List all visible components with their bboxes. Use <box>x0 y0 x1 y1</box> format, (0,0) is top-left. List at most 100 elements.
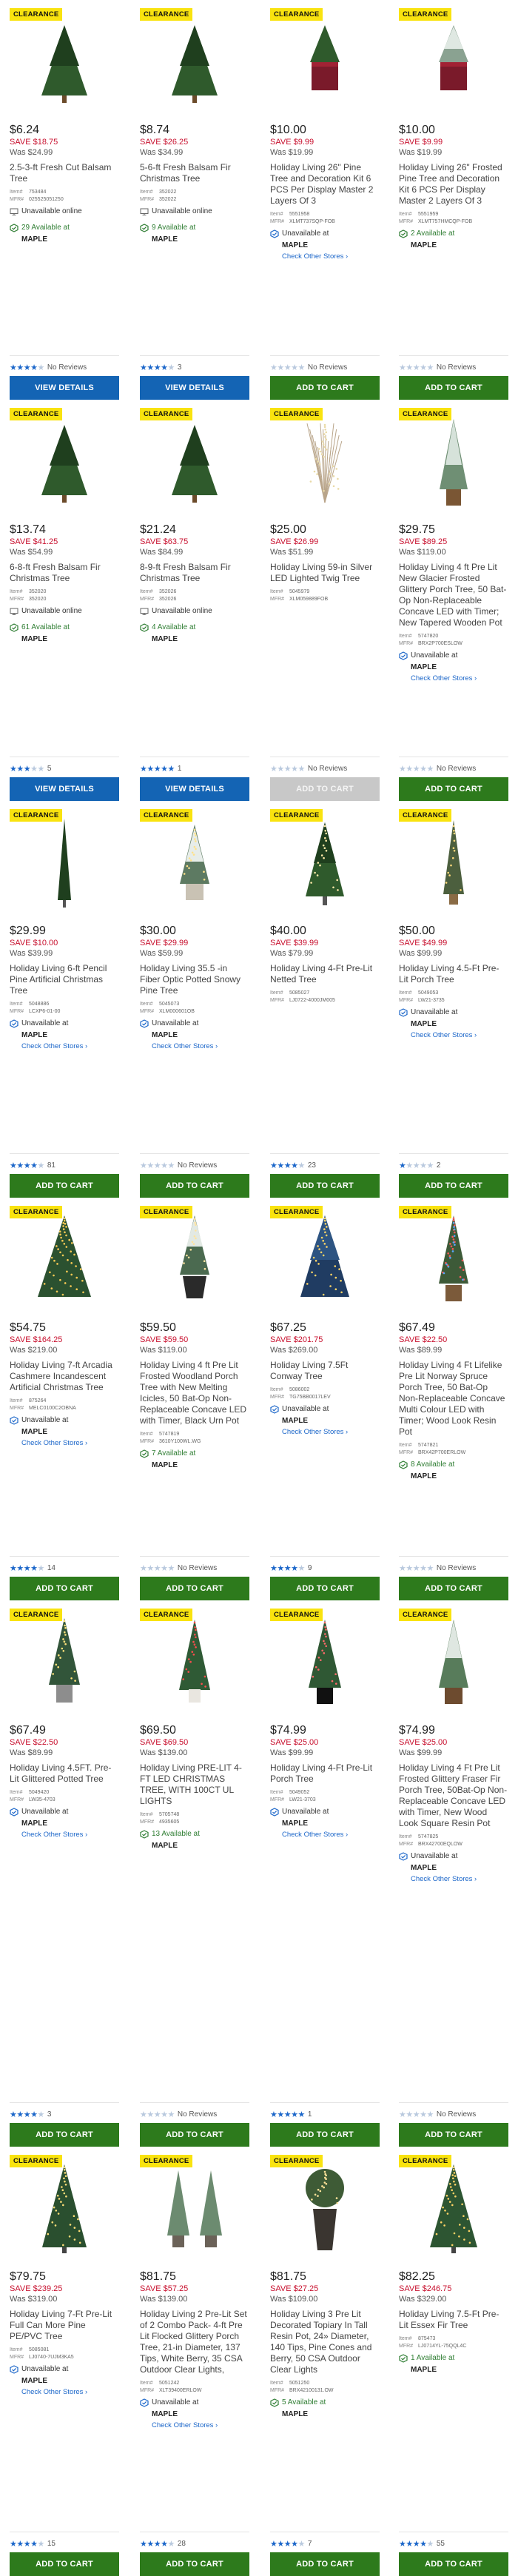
product-title[interactable]: 8-9-ft Fresh Balsam Fir Christmas Tree <box>140 562 249 584</box>
product-title[interactable]: 5-6-ft Fresh Balsam Fir Christmas Tree <box>140 162 249 184</box>
product-image[interactable] <box>399 809 508 916</box>
product-title[interactable]: Holiday Living 6-ft Pencil Pine Artifici… <box>10 963 119 996</box>
product-title[interactable]: Holiday Living 4.5-Ft Pre-Lit Porch Tree <box>399 963 508 985</box>
rating[interactable]: ★★★★★ No Reviews <box>140 2102 249 2120</box>
product-title[interactable]: Holiday Living 3 Pre Lit Decorated Topia… <box>270 2309 380 2375</box>
check-other-stores-link[interactable]: Check Other Stores › <box>411 1874 508 1885</box>
add-to-cart-button[interactable]: ADD TO CART <box>270 2123 380 2147</box>
product-image[interactable] <box>270 809 380 916</box>
rating[interactable]: ★★★★★ No Reviews <box>399 2102 508 2120</box>
check-other-stores-link[interactable]: Check Other Stores › <box>21 1438 119 1449</box>
store-name[interactable]: MAPLE <box>21 1031 119 1040</box>
product-card[interactable]: CLEARANCE $82.25 SAVE $246.75 Was $329.00 Ho… <box>389 2147 518 2576</box>
add-to-cart-button[interactable]: ADD TO CART <box>140 1577 249 1600</box>
product-image[interactable] <box>270 2155 380 2262</box>
product-title[interactable]: Holiday Living 7-Ft Pre-Lit Full Can Mor… <box>10 2309 119 2342</box>
add-to-cart-button[interactable]: ADD TO CART <box>10 2123 119 2147</box>
product-card[interactable]: CLEARANCE $79.75 SAVE $239.25 Was $319.00 Ho… <box>0 2147 129 2576</box>
rating[interactable]: ★★★★★ No Reviews <box>140 1153 249 1171</box>
product-title[interactable]: Holiday Living 7.5Ft Conway Tree <box>270 1360 380 1382</box>
product-title[interactable]: Holiday Living 4 Ft Lifelike Pre Lit Nor… <box>399 1360 508 1438</box>
rating[interactable]: ★★★★★ 23 <box>270 1153 380 1171</box>
product-title[interactable]: Holiday Living 26" Frosted Pine Tree and… <box>399 162 508 207</box>
product-image[interactable] <box>10 408 119 515</box>
product-image[interactable] <box>10 8 119 115</box>
product-image[interactable] <box>140 8 249 115</box>
product-image[interactable] <box>399 1206 508 1313</box>
product-card[interactable]: CLEARANCE $29.99 SAVE $10.00 Was $39.99 Holi… <box>0 801 129 1198</box>
add-to-cart-button[interactable]: ADD TO CART <box>270 376 380 400</box>
product-card[interactable]: CLEARANCE $54.75 SAVE $164.25 Was $219.00 Ho… <box>0 1198 129 1600</box>
product-card[interactable]: CLEARANCE $67.49 SAVE $22.50 Was $89.99 Holi… <box>389 1198 518 1600</box>
product-image[interactable] <box>270 408 380 515</box>
store-name[interactable]: MAPLE <box>152 2410 249 2419</box>
add-to-cart-button[interactable]: ADD TO CART <box>10 1577 119 1600</box>
rating[interactable]: ★★★★★ 9 <box>270 1556 380 1574</box>
product-card[interactable]: CLEARANCE $10.00 SAVE $9.99 Was $19.99 Holid… <box>389 0 518 400</box>
product-title[interactable]: Holiday Living 4 Ft Pre Lit Frosted Glit… <box>399 1762 508 1829</box>
store-name[interactable]: MAPLE <box>152 1031 249 1040</box>
store-name[interactable]: MAPLE <box>152 235 249 244</box>
rating[interactable]: ★★★★★ No Reviews <box>270 757 380 774</box>
product-image[interactable] <box>270 1206 380 1313</box>
store-name[interactable]: MAPLE <box>21 1819 119 1828</box>
product-card[interactable]: CLEARANCE $25.00 SAVE $26.99 Was $51.99 Holi… <box>260 400 389 801</box>
product-title[interactable]: 2.5-3-ft Fresh Cut Balsam Tree <box>10 162 119 184</box>
product-title[interactable]: Holiday Living 4 ft Pre Lit New Glacier … <box>399 562 508 628</box>
product-image[interactable] <box>10 2155 119 2262</box>
rating[interactable]: ★★★★★ 7 <box>270 2532 380 2549</box>
add-to-cart-button[interactable]: ADD TO CART <box>270 2552 380 2576</box>
product-card[interactable]: CLEARANCE $6.24 SAVE $18.75 Was $24.99 2.5-3… <box>0 0 129 400</box>
add-to-cart-button[interactable]: ADD TO CART <box>10 2552 119 2576</box>
product-card[interactable]: CLEARANCE $69.50 SAVE $69.50 Was $139.00 Hol… <box>130 1600 259 2147</box>
product-card[interactable]: CLEARANCE $81.75 SAVE $27.25 Was $109.00 Hol… <box>260 2147 389 2576</box>
product-card[interactable]: CLEARANCE $74.99 SAVE $25.00 Was $99.99 Holi… <box>389 1600 518 2147</box>
rating[interactable]: ★★★★★ No Reviews <box>399 1556 508 1574</box>
add-to-cart-button[interactable]: ADD TO CART <box>399 1174 508 1198</box>
add-to-cart-button[interactable]: ADD TO CART <box>270 777 380 801</box>
product-title[interactable]: 6-8-ft Fresh Balsam Fir Christmas Tree <box>10 562 119 584</box>
product-image[interactable] <box>399 8 508 115</box>
product-card[interactable]: CLEARANCE $74.99 SAVE $25.00 Was $99.99 Holi… <box>260 1600 389 2147</box>
product-image[interactable] <box>140 2155 249 2262</box>
store-name[interactable]: MAPLE <box>282 2410 380 2419</box>
rating[interactable]: ★★★★★ No Reviews <box>270 355 380 373</box>
product-image[interactable] <box>140 809 249 916</box>
product-image[interactable] <box>140 408 249 515</box>
product-title[interactable]: Holiday Living 4-Ft Pre-Lit Porch Tree <box>270 1762 380 1785</box>
product-card[interactable]: CLEARANCE $67.25 SAVE $201.75 Was $269.00 Ho… <box>260 1198 389 1600</box>
rating[interactable]: ★★★★★ 3 <box>10 2102 119 2120</box>
add-to-cart-button[interactable]: ADD TO CART <box>399 376 508 400</box>
rating[interactable]: ★★★★★ 15 <box>10 2532 119 2549</box>
product-image[interactable] <box>140 1609 249 1716</box>
product-card[interactable]: CLEARANCE $10.00 SAVE $9.99 Was $19.99 Holid… <box>260 0 389 400</box>
store-name[interactable]: MAPLE <box>21 2377 119 2386</box>
product-card[interactable]: CLEARANCE $59.50 SAVE $59.50 Was $119.00 Hol… <box>130 1198 259 1600</box>
product-image[interactable] <box>10 809 119 916</box>
store-name[interactable]: MAPLE <box>411 2366 508 2375</box>
add-to-cart-button[interactable]: ADD TO CART <box>10 1174 119 1198</box>
rating[interactable]: ★★★★★ 5 <box>10 757 119 774</box>
store-name[interactable]: MAPLE <box>152 635 249 644</box>
store-name[interactable]: MAPLE <box>152 1461 249 1470</box>
add-to-cart-button[interactable]: ADD TO CART <box>399 2123 508 2147</box>
product-title[interactable]: Holiday Living 7.5-Ft Pre-Lit Essex Fir … <box>399 2309 508 2331</box>
check-other-stores-link[interactable]: Check Other Stores › <box>152 2421 249 2431</box>
product-image[interactable] <box>399 2155 508 2262</box>
product-card[interactable]: CLEARANCE $29.75 SAVE $89.25 Was $119.00 Hol… <box>389 400 518 801</box>
rating[interactable]: ★★★★★ No Reviews <box>399 355 508 373</box>
view-details-button[interactable]: VIEW DETAILS <box>10 777 119 801</box>
product-card[interactable]: CLEARANCE $40.00 SAVE $39.99 Was $79.99 Holi… <box>260 801 389 1198</box>
store-name[interactable]: MAPLE <box>411 1472 508 1481</box>
product-title[interactable]: Holiday Living 4.5FT. Pre-Lit Glittered … <box>10 1762 119 1785</box>
check-other-stores-link[interactable]: Check Other Stores › <box>282 252 380 262</box>
product-card[interactable]: CLEARANCE $67.49 SAVE $22.50 Was $89.99 Holi… <box>0 1600 129 2147</box>
rating[interactable]: ★★★★★ No Reviews <box>399 757 508 774</box>
product-image[interactable] <box>270 8 380 115</box>
rating[interactable]: ★★★★★ 1 <box>140 757 249 774</box>
product-image[interactable] <box>10 1609 119 1716</box>
product-title[interactable]: Holiday Living 35.5 -in Fiber Optic Pott… <box>140 963 249 996</box>
product-image[interactable] <box>399 1609 508 1716</box>
rating[interactable]: ★★★★★ 81 <box>10 1153 119 1171</box>
check-other-stores-link[interactable]: Check Other Stores › <box>21 1042 119 1052</box>
